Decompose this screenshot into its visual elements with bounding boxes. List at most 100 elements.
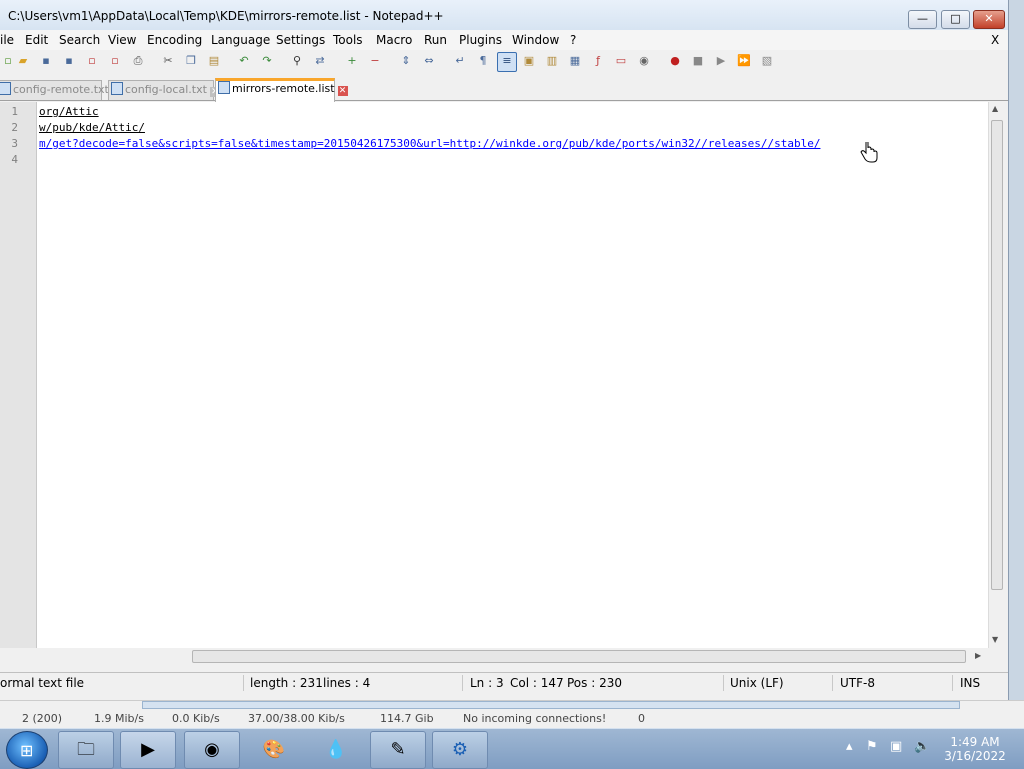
volume-icon[interactable]: 🔈 bbox=[914, 739, 930, 754]
menu-search[interactable]: Search bbox=[59, 33, 100, 47]
menu-window[interactable]: Window bbox=[512, 33, 559, 47]
play-macro-icon[interactable]: ▶ bbox=[713, 53, 729, 69]
open-file-icon[interactable]: ▰ bbox=[15, 53, 31, 69]
close-file-icon[interactable]: ▫ bbox=[84, 53, 100, 69]
menu-encoding[interactable]: Encoding bbox=[147, 33, 202, 47]
show-all-chars-icon[interactable]: ¶ bbox=[475, 53, 491, 69]
menu-settings[interactable]: Settings bbox=[276, 33, 325, 47]
vertical-scrollbar[interactable]: ▲ ▼ bbox=[988, 102, 1003, 648]
redo-icon[interactable]: ↷ bbox=[259, 53, 275, 69]
menu-language[interactable]: Language bbox=[211, 33, 270, 47]
editor-area[interactable]: 1 2 3 4 org/Attic w/pub/kde/Attic/ m/get… bbox=[0, 102, 988, 648]
media-player-icon[interactable]: ▶ bbox=[120, 731, 176, 769]
hand-cursor-icon bbox=[860, 142, 878, 163]
zoom-in-icon[interactable]: + bbox=[344, 53, 360, 69]
status-encoding: UTF-8 bbox=[840, 676, 875, 690]
code-line-3-url[interactable]: m/get?decode=false&scripts=false&timesta… bbox=[39, 137, 820, 150]
bg-dht: 37.00/38.00 Kib/s bbox=[248, 712, 345, 725]
save-icon[interactable]: ▪ bbox=[38, 53, 54, 69]
find-icon[interactable]: ⚲ bbox=[289, 53, 305, 69]
cut-icon[interactable]: ✂ bbox=[160, 53, 176, 69]
tab-label: mirrors-remote.list bbox=[232, 82, 335, 95]
taskbar: ⊞ 🗀 ▶ ◉ 🎨 💧 ✎ ⚙ ▴ ⚑ ▣ 🔈 1:49 AM 3/16/202… bbox=[0, 728, 1024, 769]
menu-file[interactable]: ile bbox=[0, 33, 14, 47]
kde-drop-icon[interactable]: 💧 bbox=[308, 731, 364, 769]
scroll-down-icon[interactable]: ▼ bbox=[992, 635, 998, 644]
menu-tools[interactable]: Tools bbox=[333, 33, 363, 47]
user-language-icon[interactable]: ▣ bbox=[521, 53, 537, 69]
sync-vertical-icon[interactable]: ⇕ bbox=[398, 53, 414, 69]
maximize-button[interactable]: □ bbox=[941, 10, 970, 29]
code-line-2[interactable]: w/pub/kde/Attic/ bbox=[39, 121, 145, 134]
bg-connection-status: No incoming connections! bbox=[463, 712, 607, 725]
tab-config-local[interactable]: config-local.txt✕ bbox=[108, 80, 220, 100]
replace-icon[interactable]: ⇄ bbox=[312, 53, 328, 69]
paste-icon[interactable]: ▤ bbox=[206, 53, 222, 69]
status-insert-mode: INS bbox=[960, 676, 981, 690]
line-number: 4 bbox=[11, 153, 18, 166]
save-all-icon[interactable]: ▪ bbox=[61, 53, 77, 69]
menu-help[interactable]: ? bbox=[570, 33, 576, 47]
menu-run[interactable]: Run bbox=[424, 33, 447, 47]
horizontal-scroll-thumb[interactable] bbox=[192, 650, 966, 663]
tab-config-remote[interactable]: config-remote.txt✕ bbox=[0, 80, 122, 100]
horizontal-scrollbar[interactable]: ▶ bbox=[0, 648, 988, 665]
title-bar[interactable]: C:\Users\vm1\AppData\Local\Temp\KDE\mirr… bbox=[0, 0, 1008, 30]
monitoring-eye-icon[interactable]: ◉ bbox=[636, 53, 652, 69]
bg-count: 0 bbox=[638, 712, 645, 725]
menu-plugins[interactable]: Plugins bbox=[459, 33, 502, 47]
clock-date: 3/16/2022 bbox=[944, 749, 1006, 763]
word-wrap-icon[interactable]: ↵ bbox=[452, 53, 468, 69]
chrome-icon[interactable]: ◉ bbox=[184, 731, 240, 769]
paint-icon[interactable]: 🎨 bbox=[246, 731, 302, 769]
menu-macro[interactable]: Macro bbox=[376, 33, 412, 47]
stop-macro-icon[interactable]: ■ bbox=[690, 53, 706, 69]
window-title: C:\Users\vm1\AppData\Local\Temp\KDE\mirr… bbox=[8, 9, 444, 23]
vertical-scroll-thumb[interactable] bbox=[991, 120, 1003, 590]
close-button[interactable]: ✕ bbox=[973, 10, 1005, 29]
zoom-out-icon[interactable]: − bbox=[367, 53, 383, 69]
tab-mirrors-remote[interactable]: mirrors-remote.list ✕ bbox=[215, 78, 348, 103]
undo-icon[interactable]: ↶ bbox=[236, 53, 252, 69]
network-icon[interactable]: ▣ bbox=[890, 739, 902, 754]
indent-guide-icon[interactable]: ≡ bbox=[497, 52, 517, 72]
bg-peers: 2 (200) bbox=[22, 712, 63, 725]
status-length: length : 231 bbox=[250, 676, 323, 690]
start-button[interactable]: ⊞ bbox=[6, 731, 48, 769]
kde-icon[interactable]: ⚙ bbox=[432, 731, 488, 769]
save-macro-icon[interactable]: ▧ bbox=[759, 53, 775, 69]
action-center-icon[interactable]: ⚑ bbox=[866, 739, 878, 754]
function-list-icon[interactable]: ▦ bbox=[567, 53, 583, 69]
clock-time: 1:49 AM bbox=[950, 735, 1000, 749]
status-separator bbox=[462, 675, 463, 691]
tab-close-icon[interactable]: ✕ bbox=[337, 86, 348, 96]
explorer-icon[interactable]: 🗀 bbox=[58, 731, 114, 769]
folder-workspace-icon[interactable]: ƒ bbox=[590, 53, 606, 69]
tray-expand-icon[interactable]: ▴ bbox=[846, 739, 853, 754]
close-all-icon[interactable]: ▫ bbox=[107, 53, 123, 69]
status-ln: Ln : 3 bbox=[470, 676, 504, 690]
code-line-1[interactable]: org/Attic bbox=[39, 105, 99, 118]
record-macro-icon[interactable]: ● bbox=[667, 53, 683, 69]
scroll-right-icon[interactable]: ▶ bbox=[975, 651, 981, 660]
run-macro-multiple-icon[interactable]: ⏩ bbox=[736, 53, 752, 69]
copy-icon[interactable]: ❐ bbox=[183, 53, 199, 69]
line-number-gutter: 1 2 3 4 bbox=[0, 102, 37, 648]
menu-edit[interactable]: Edit bbox=[25, 33, 48, 47]
status-pos: Pos : 230 bbox=[567, 676, 622, 690]
bg-download-speed: 1.9 Mib/s bbox=[94, 712, 144, 725]
doc-map-icon[interactable]: ▥ bbox=[544, 53, 560, 69]
scroll-up-icon[interactable]: ▲ bbox=[992, 104, 998, 113]
new-file-icon[interactable]: ▫ bbox=[0, 53, 16, 69]
print-icon[interactable]: ⎙ bbox=[130, 53, 146, 69]
menu-view[interactable]: View bbox=[108, 33, 136, 47]
close-document-x[interactable]: X bbox=[991, 33, 999, 47]
folder-icon[interactable]: ▭ bbox=[613, 53, 629, 69]
text-editor-icon[interactable]: ✎ bbox=[370, 731, 426, 769]
status-separator bbox=[832, 675, 833, 691]
toolbar: ▫ ▰ ▪ ▪ ▫ ▫ ⎙ ✂ ❐ ▤ ↶ ↷ ⚲ ⇄ + − ⇕ ⇔ ↵ ¶ … bbox=[0, 50, 1008, 74]
status-separator bbox=[952, 675, 953, 691]
minimize-button[interactable]: — bbox=[908, 10, 937, 29]
taskbar-clock[interactable]: 1:49 AM 3/16/2022 bbox=[940, 735, 1010, 763]
sync-horizontal-icon[interactable]: ⇔ bbox=[421, 53, 437, 69]
